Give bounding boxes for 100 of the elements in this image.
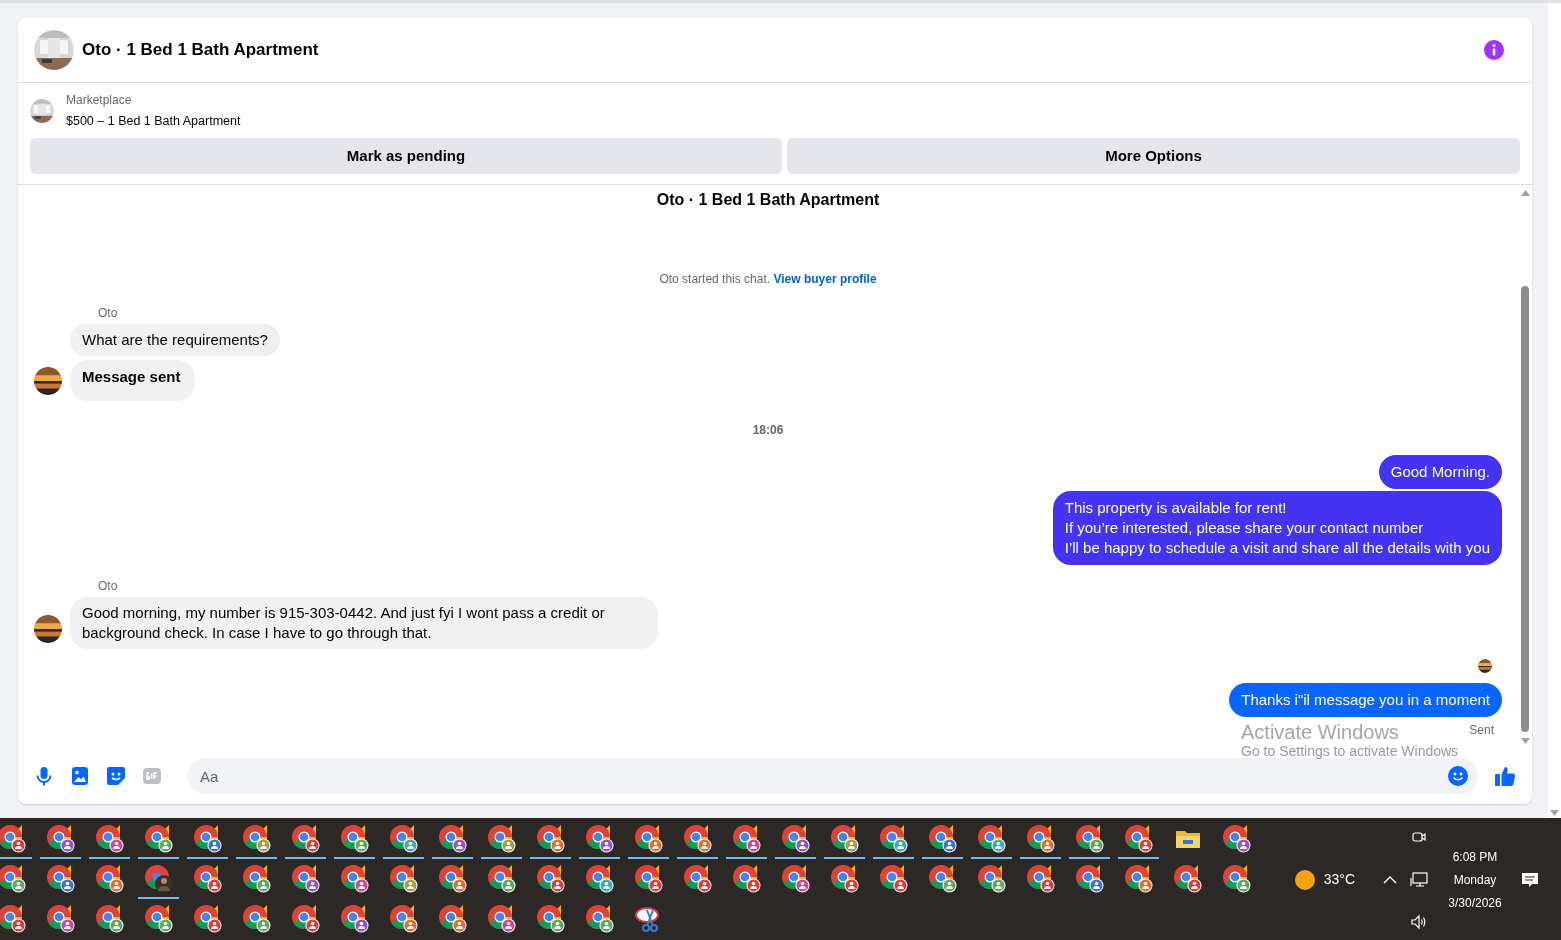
browser-icon [535, 864, 566, 894]
message-input[interactable]: Aa [188, 758, 1478, 794]
browser-icon [878, 864, 909, 894]
browser-icon [192, 904, 223, 934]
browser-icon [94, 824, 125, 854]
image-icon[interactable] [70, 766, 90, 786]
microphone-icon[interactable] [34, 766, 54, 786]
browser-icon [143, 904, 174, 934]
browser-icon [486, 864, 517, 894]
browser-icon [45, 824, 76, 854]
browser-icon [584, 864, 615, 894]
browser-icon [437, 864, 468, 894]
message-bubble: This property is available for rent! If you’re interested, please share your contact number I’ll be happy to schedule a visit and share all the details with you [1052, 490, 1502, 565]
timestamp: 18:06 [752, 421, 784, 439]
info-icon[interactable] [1484, 40, 1504, 60]
browser-icon [731, 824, 762, 854]
camera-icon[interactable] [1412, 829, 1426, 845]
browser-icon [1074, 824, 1105, 854]
network-icon[interactable] [1410, 871, 1428, 888]
browser-icon [1123, 864, 1154, 894]
browser-icon [290, 904, 321, 934]
browser-icon [486, 824, 517, 854]
browser-icon [290, 824, 321, 854]
browser-icon [0, 824, 27, 854]
browser-icon [633, 824, 664, 854]
browser-icon [976, 864, 1007, 894]
browser-icon [535, 824, 566, 854]
browser-icon [339, 864, 370, 894]
scroll-down-icon[interactable] [1520, 738, 1530, 744]
browser-icon [241, 824, 272, 854]
message-bubble: Good Morning. [1378, 454, 1502, 489]
browser-icon [192, 864, 223, 894]
action-button[interactable]: Mark as pending [30, 137, 782, 174]
browser-icon [45, 904, 76, 934]
browser-icon [143, 824, 174, 854]
message-bubble: What are the requirements? [70, 323, 280, 356]
browser-icon [633, 864, 664, 894]
browser-icon [927, 824, 958, 854]
chat-title: Oto · 1 Bed 1 Bath Apartment [82, 39, 319, 62]
browser-icon [94, 904, 125, 934]
browser-icon [878, 824, 909, 854]
chevron-up-icon[interactable] [1383, 874, 1397, 885]
action-button[interactable]: More Options [787, 137, 1520, 174]
browser-icon [1221, 864, 1252, 894]
browser-icon [388, 824, 419, 854]
clock-time: 6:08 PM [1452, 848, 1498, 866]
page-scroll-down-icon[interactable] [1550, 810, 1559, 816]
message-bubble: Message sent [70, 359, 196, 401]
clock-day: Monday [1453, 870, 1497, 889]
browser-icon [0, 904, 27, 934]
view-buyer-profile-link[interactable]: View buyer profile [773, 271, 877, 286]
browser-icon [1123, 824, 1154, 854]
browser-icon [1025, 824, 1056, 854]
browser-icon [1025, 864, 1056, 894]
activation-notice-title: Activate Windows [1241, 721, 1400, 743]
message-bubble: Thanks i"il message you in a moment [1229, 682, 1502, 717]
emoji-icon[interactable] [1448, 766, 1468, 786]
browser-icon [94, 864, 125, 894]
message-status: Sent [1469, 721, 1494, 739]
browser-icon [241, 864, 272, 894]
browser-icon [682, 824, 713, 854]
browser-icon [388, 864, 419, 894]
browser-icon [927, 864, 958, 894]
browser-icon [1221, 824, 1252, 854]
browser-icon [45, 864, 76, 894]
browser-icon [829, 824, 860, 854]
browser-icon [584, 904, 615, 934]
browser-icon [192, 824, 223, 854]
thumbs-up-icon[interactable] [1494, 765, 1516, 787]
folder-icon [1174, 828, 1201, 850]
browser-icon [486, 904, 517, 934]
browser-icon [682, 864, 713, 894]
browser-icon [0, 864, 27, 894]
temperature[interactable]: 33°C [1323, 869, 1355, 890]
sticker-icon[interactable] [106, 766, 126, 786]
notifications-icon[interactable] [1521, 870, 1539, 889]
browser-icon [437, 904, 468, 934]
browser-icon [976, 824, 1007, 854]
sun-icon[interactable] [1293, 868, 1316, 891]
browser-icon [1074, 864, 1105, 894]
browser-icon [388, 904, 419, 934]
sender-name: Oto [98, 577, 119, 595]
browser-icon [780, 824, 811, 854]
browser-icon [535, 904, 566, 934]
listing-title: $500 – 1 Bed 1 Bath Apartment [66, 113, 241, 130]
conversation-title: Oto · 1 Bed 1 Bath Apartment [656, 189, 880, 210]
browser-icon [437, 824, 468, 854]
speaker-icon[interactable] [1410, 914, 1428, 930]
browser-icon [290, 864, 321, 894]
browser-icon [780, 864, 811, 894]
browser-icon [143, 864, 174, 894]
sender-name: Oto [98, 304, 119, 322]
browser-icon [584, 824, 615, 854]
message-bubble: Good morning, my number is 915-303-0442. And just fyi I wont pass a credit or background check. In case I have to go through that. [70, 596, 658, 649]
scroll-up-icon[interactable] [1520, 189, 1530, 196]
browser-icon [339, 904, 370, 934]
browser-icon [829, 864, 860, 894]
listing-source: Marketplace [66, 92, 133, 109]
clock[interactable]: 6:08 PM Monday 3/30/2026 [1443, 819, 1507, 940]
browser-icon [731, 864, 762, 894]
